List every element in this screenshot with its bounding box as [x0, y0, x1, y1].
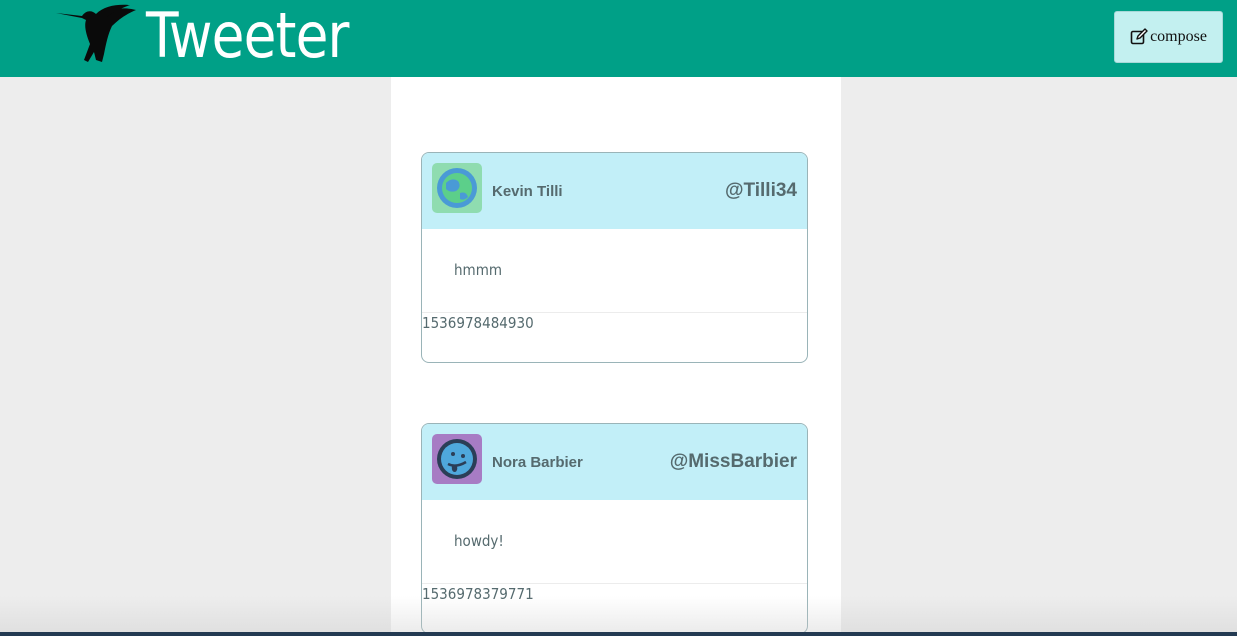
author-name: Nora Barbier: [492, 454, 583, 471]
author-handle: @Tilli34: [724, 180, 797, 201]
edit-icon: [1130, 28, 1148, 45]
tweet-header: Kevin Tilli @Tilli34: [422, 153, 807, 229]
tongue-face-icon: [432, 434, 482, 484]
tweet-divider: [422, 312, 807, 313]
bottom-shadow: [0, 596, 1237, 632]
tweet-content: howdy!: [454, 532, 504, 550]
tweet-header: Nora Barbier @MissBarbier: [422, 424, 807, 500]
tweet-divider: [422, 583, 807, 584]
author-name: Kevin Tilli: [492, 183, 563, 200]
tweet-timestamp: 1536978484930: [422, 314, 534, 332]
compose-label: compose: [1150, 28, 1207, 45]
bottom-bar: [0, 632, 1237, 636]
tweet-content: hmmm: [454, 261, 503, 279]
author-handle: @MissBarbier: [669, 451, 797, 472]
tweet-feed: Kevin Tilli @Tilli34 hmmm 1536978484930 …: [391, 77, 841, 636]
avatar: [432, 434, 482, 484]
hummingbird-icon: [56, 4, 136, 62]
compose-button[interactable]: compose: [1114, 11, 1223, 63]
brand-title: Tweeter: [146, 0, 349, 72]
globe-face-icon: [432, 163, 482, 213]
avatar: [432, 163, 482, 213]
tweet-card: Kevin Tilli @Tilli34 hmmm 1536978484930: [421, 152, 808, 363]
navbar: Tweeter compose: [0, 0, 1237, 77]
